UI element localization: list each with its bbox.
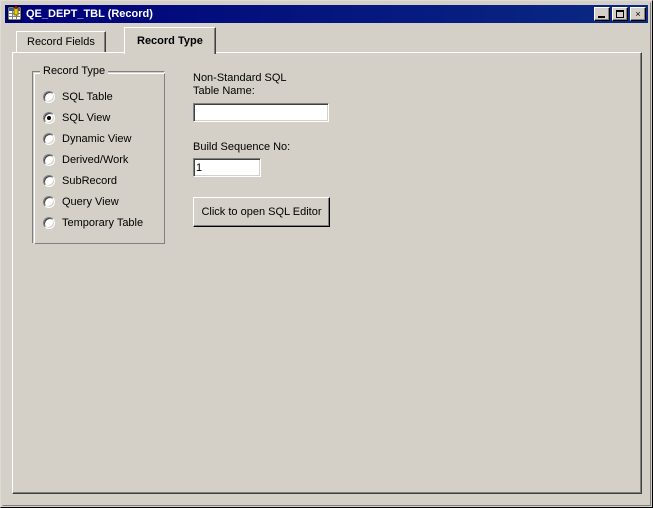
radio-label: SQL View [62, 111, 111, 124]
record-type-panel: Record Type SQL Table SQL View Dynamic V… [12, 52, 642, 494]
radio-label: Temporary Table [62, 216, 144, 229]
build-sequence-input[interactable] [193, 158, 261, 177]
record-table-icon [7, 6, 23, 22]
window-title: QE_DEPT_TBL (Record) [26, 8, 153, 20]
record-properties-window: QE_DEPT_TBL (Record) × Record Fields Rec… [0, 0, 653, 508]
radio-dynamic-view[interactable]: Dynamic View [43, 128, 143, 149]
groupbox-title: Record Type [40, 65, 109, 77]
radio-icon [43, 132, 55, 145]
minimize-icon [598, 16, 605, 18]
record-type-groupbox: Record Type SQL Table SQL View Dynamic V… [32, 65, 165, 244]
radio-icon [43, 153, 55, 166]
radio-icon [43, 174, 55, 187]
title-bar: QE_DEPT_TBL (Record) × [5, 5, 648, 23]
tab-record-fields[interactable]: Record Fields [16, 31, 106, 52]
sql-table-name-input[interactable] [193, 103, 329, 122]
radio-label: Dynamic View [62, 132, 132, 145]
tab-strip: Record Fields Record Type [12, 27, 642, 54]
close-button[interactable]: × [630, 7, 646, 21]
close-icon: × [635, 8, 641, 19]
tab-record-fields-label: Record Fields [27, 36, 95, 48]
window-controls: × [594, 7, 647, 21]
radio-sql-view[interactable]: SQL View [43, 107, 143, 128]
build-sequence-label: Build Sequence No: [193, 141, 291, 153]
radio-derived-work[interactable]: Derived/Work [43, 149, 143, 170]
radio-icon-selected [43, 111, 55, 124]
record-type-radio-group: SQL Table SQL View Dynamic View Derived/… [43, 86, 143, 233]
radio-subrecord[interactable]: SubRecord [43, 170, 143, 191]
open-sql-editor-button[interactable]: Click to open SQL Editor [193, 197, 330, 227]
radio-label: SubRecord [62, 174, 118, 187]
field-spacer [193, 122, 393, 141]
maximize-button[interactable] [612, 7, 628, 21]
radio-label: SQL Table [62, 90, 113, 103]
window-inner-frame: QE_DEPT_TBL (Record) × Record Fields Rec… [2, 2, 651, 506]
radio-sql-table[interactable]: SQL Table [43, 86, 143, 107]
sql-settings-column: Non-Standard SQL Table Name: Build Seque… [193, 72, 393, 227]
maximize-icon [616, 10, 624, 18]
radio-icon [43, 90, 55, 103]
sql-table-name-label: Non-Standard SQL Table Name: [193, 72, 287, 97]
tab-record-type-label: Record Type [137, 35, 203, 47]
open-sql-editor-label: Click to open SQL Editor [201, 206, 322, 218]
radio-icon [43, 216, 55, 229]
radio-temporary-table[interactable]: Temporary Table [43, 212, 143, 233]
minimize-button[interactable] [594, 7, 610, 21]
radio-query-view[interactable]: Query View [43, 191, 143, 212]
radio-label: Derived/Work [62, 153, 129, 166]
radio-icon [43, 195, 55, 208]
radio-label: Query View [62, 195, 119, 208]
tab-record-type[interactable]: Record Type [124, 27, 216, 54]
